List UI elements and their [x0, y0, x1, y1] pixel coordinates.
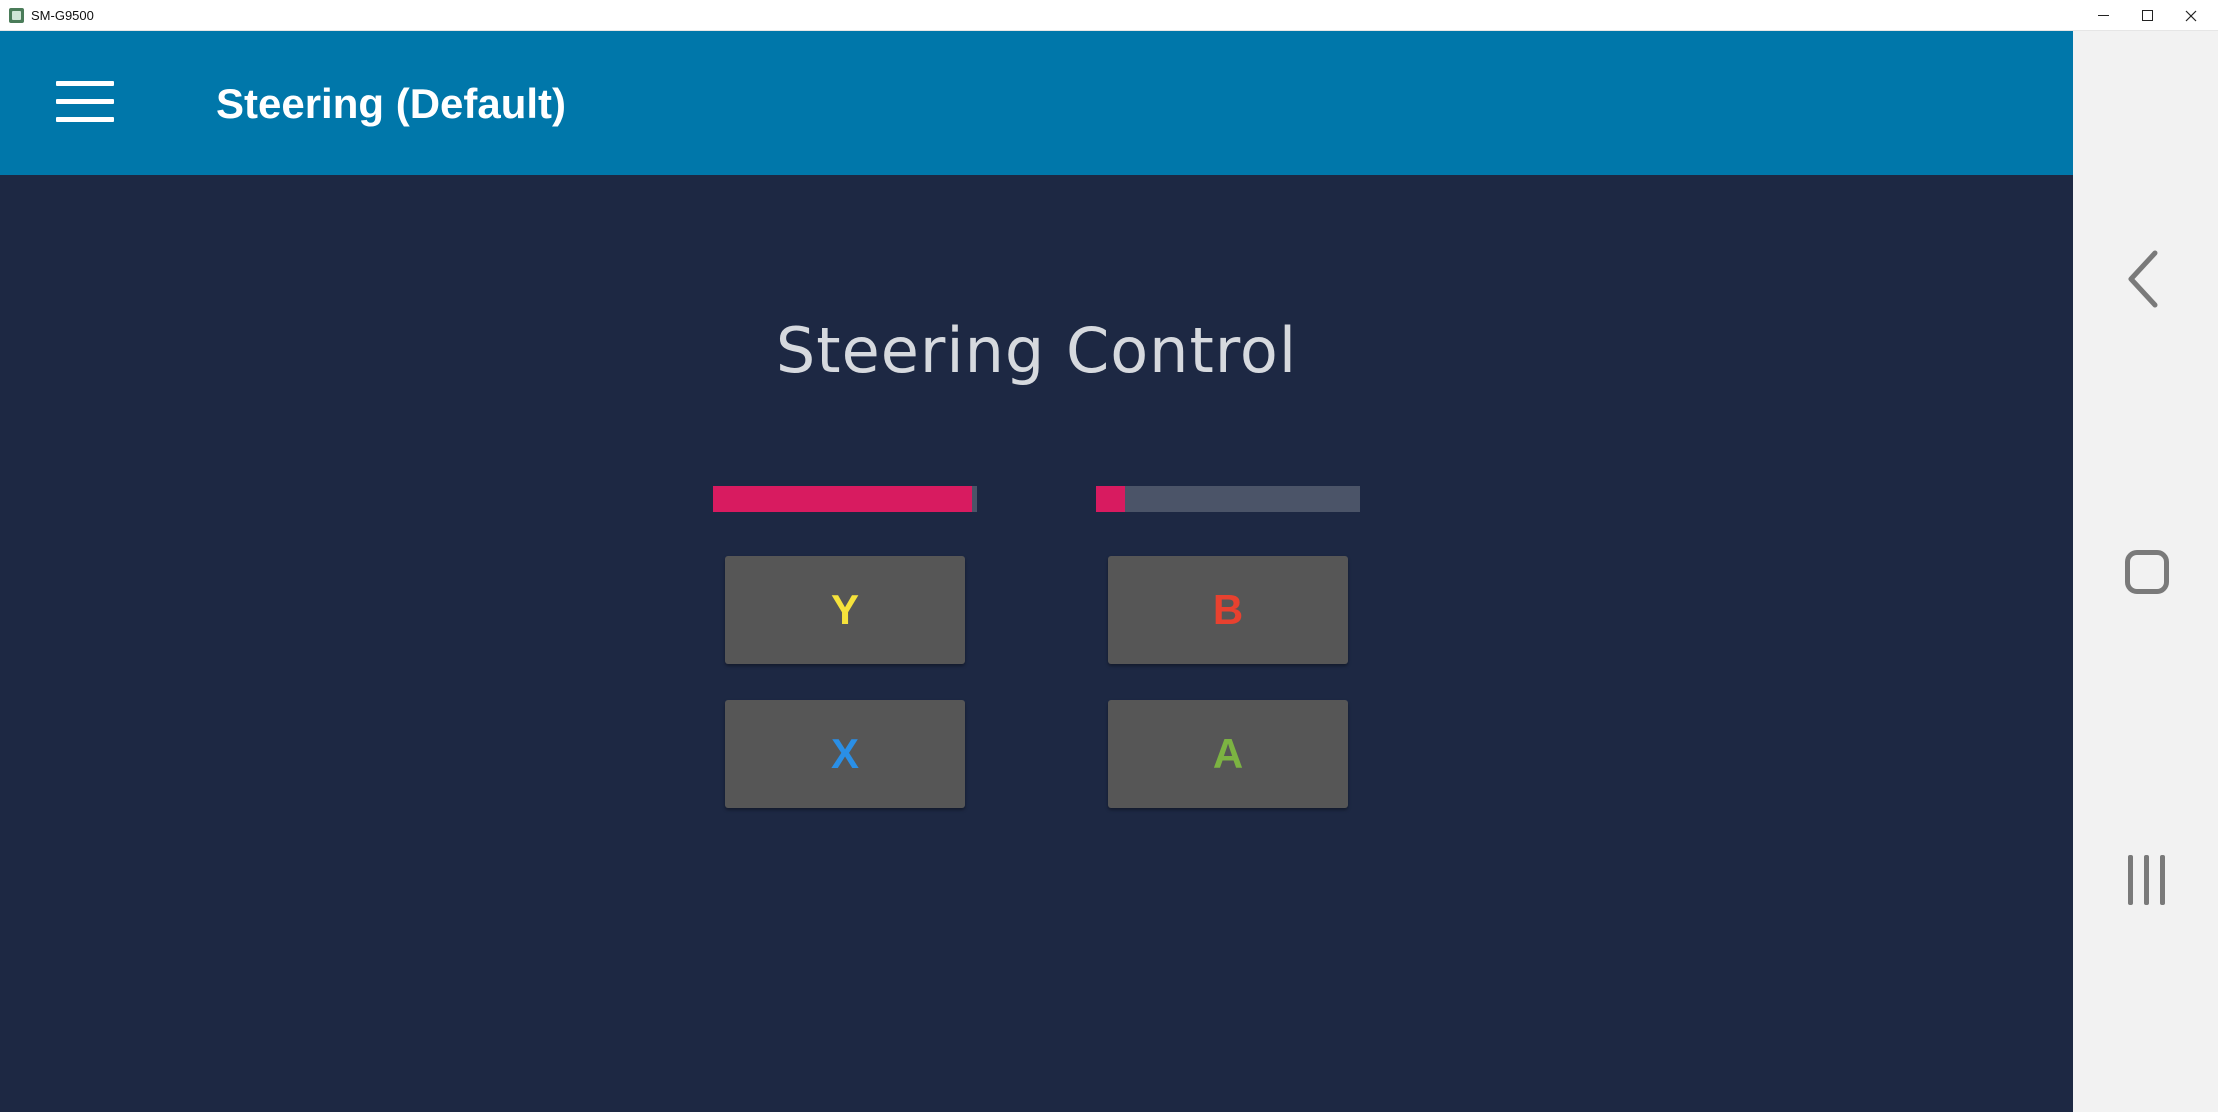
close-button[interactable] [2168, 0, 2214, 31]
minimize-icon [2097, 15, 2109, 16]
window-titlebar: SM-G9500 [0, 0, 2218, 31]
recents-bars-icon[interactable] [2125, 855, 2169, 905]
app-icon [9, 8, 24, 23]
maximize-icon [2141, 10, 2153, 21]
back-chevron-icon[interactable] [2119, 247, 2171, 311]
y-button[interactable]: Y [725, 556, 965, 664]
x-button[interactable]: X [725, 700, 965, 808]
left-meter-fill [713, 486, 972, 512]
minimize-button[interactable] [2080, 0, 2126, 31]
maximize-button[interactable] [2124, 0, 2170, 31]
close-icon [2185, 10, 2197, 21]
hamburger-menu-icon[interactable] [56, 81, 114, 123]
right-level-meter [1096, 486, 1360, 512]
app-bar: Steering (Default) [0, 31, 2073, 175]
left-level-meter [713, 486, 977, 512]
right-meter-fill [1096, 486, 1126, 512]
window-title: SM-G9500 [31, 8, 94, 23]
b-button[interactable]: B [1108, 556, 1348, 664]
android-navigation-bar [2073, 31, 2218, 1112]
app-bar-title: Steering (Default) [216, 80, 567, 127]
home-square-icon[interactable] [2125, 550, 2169, 594]
a-button[interactable]: A [1108, 700, 1348, 808]
page-heading: Steering Control [775, 314, 1298, 387]
phone-screen: Steering (Default) Steering Control Y B … [0, 31, 2073, 1112]
